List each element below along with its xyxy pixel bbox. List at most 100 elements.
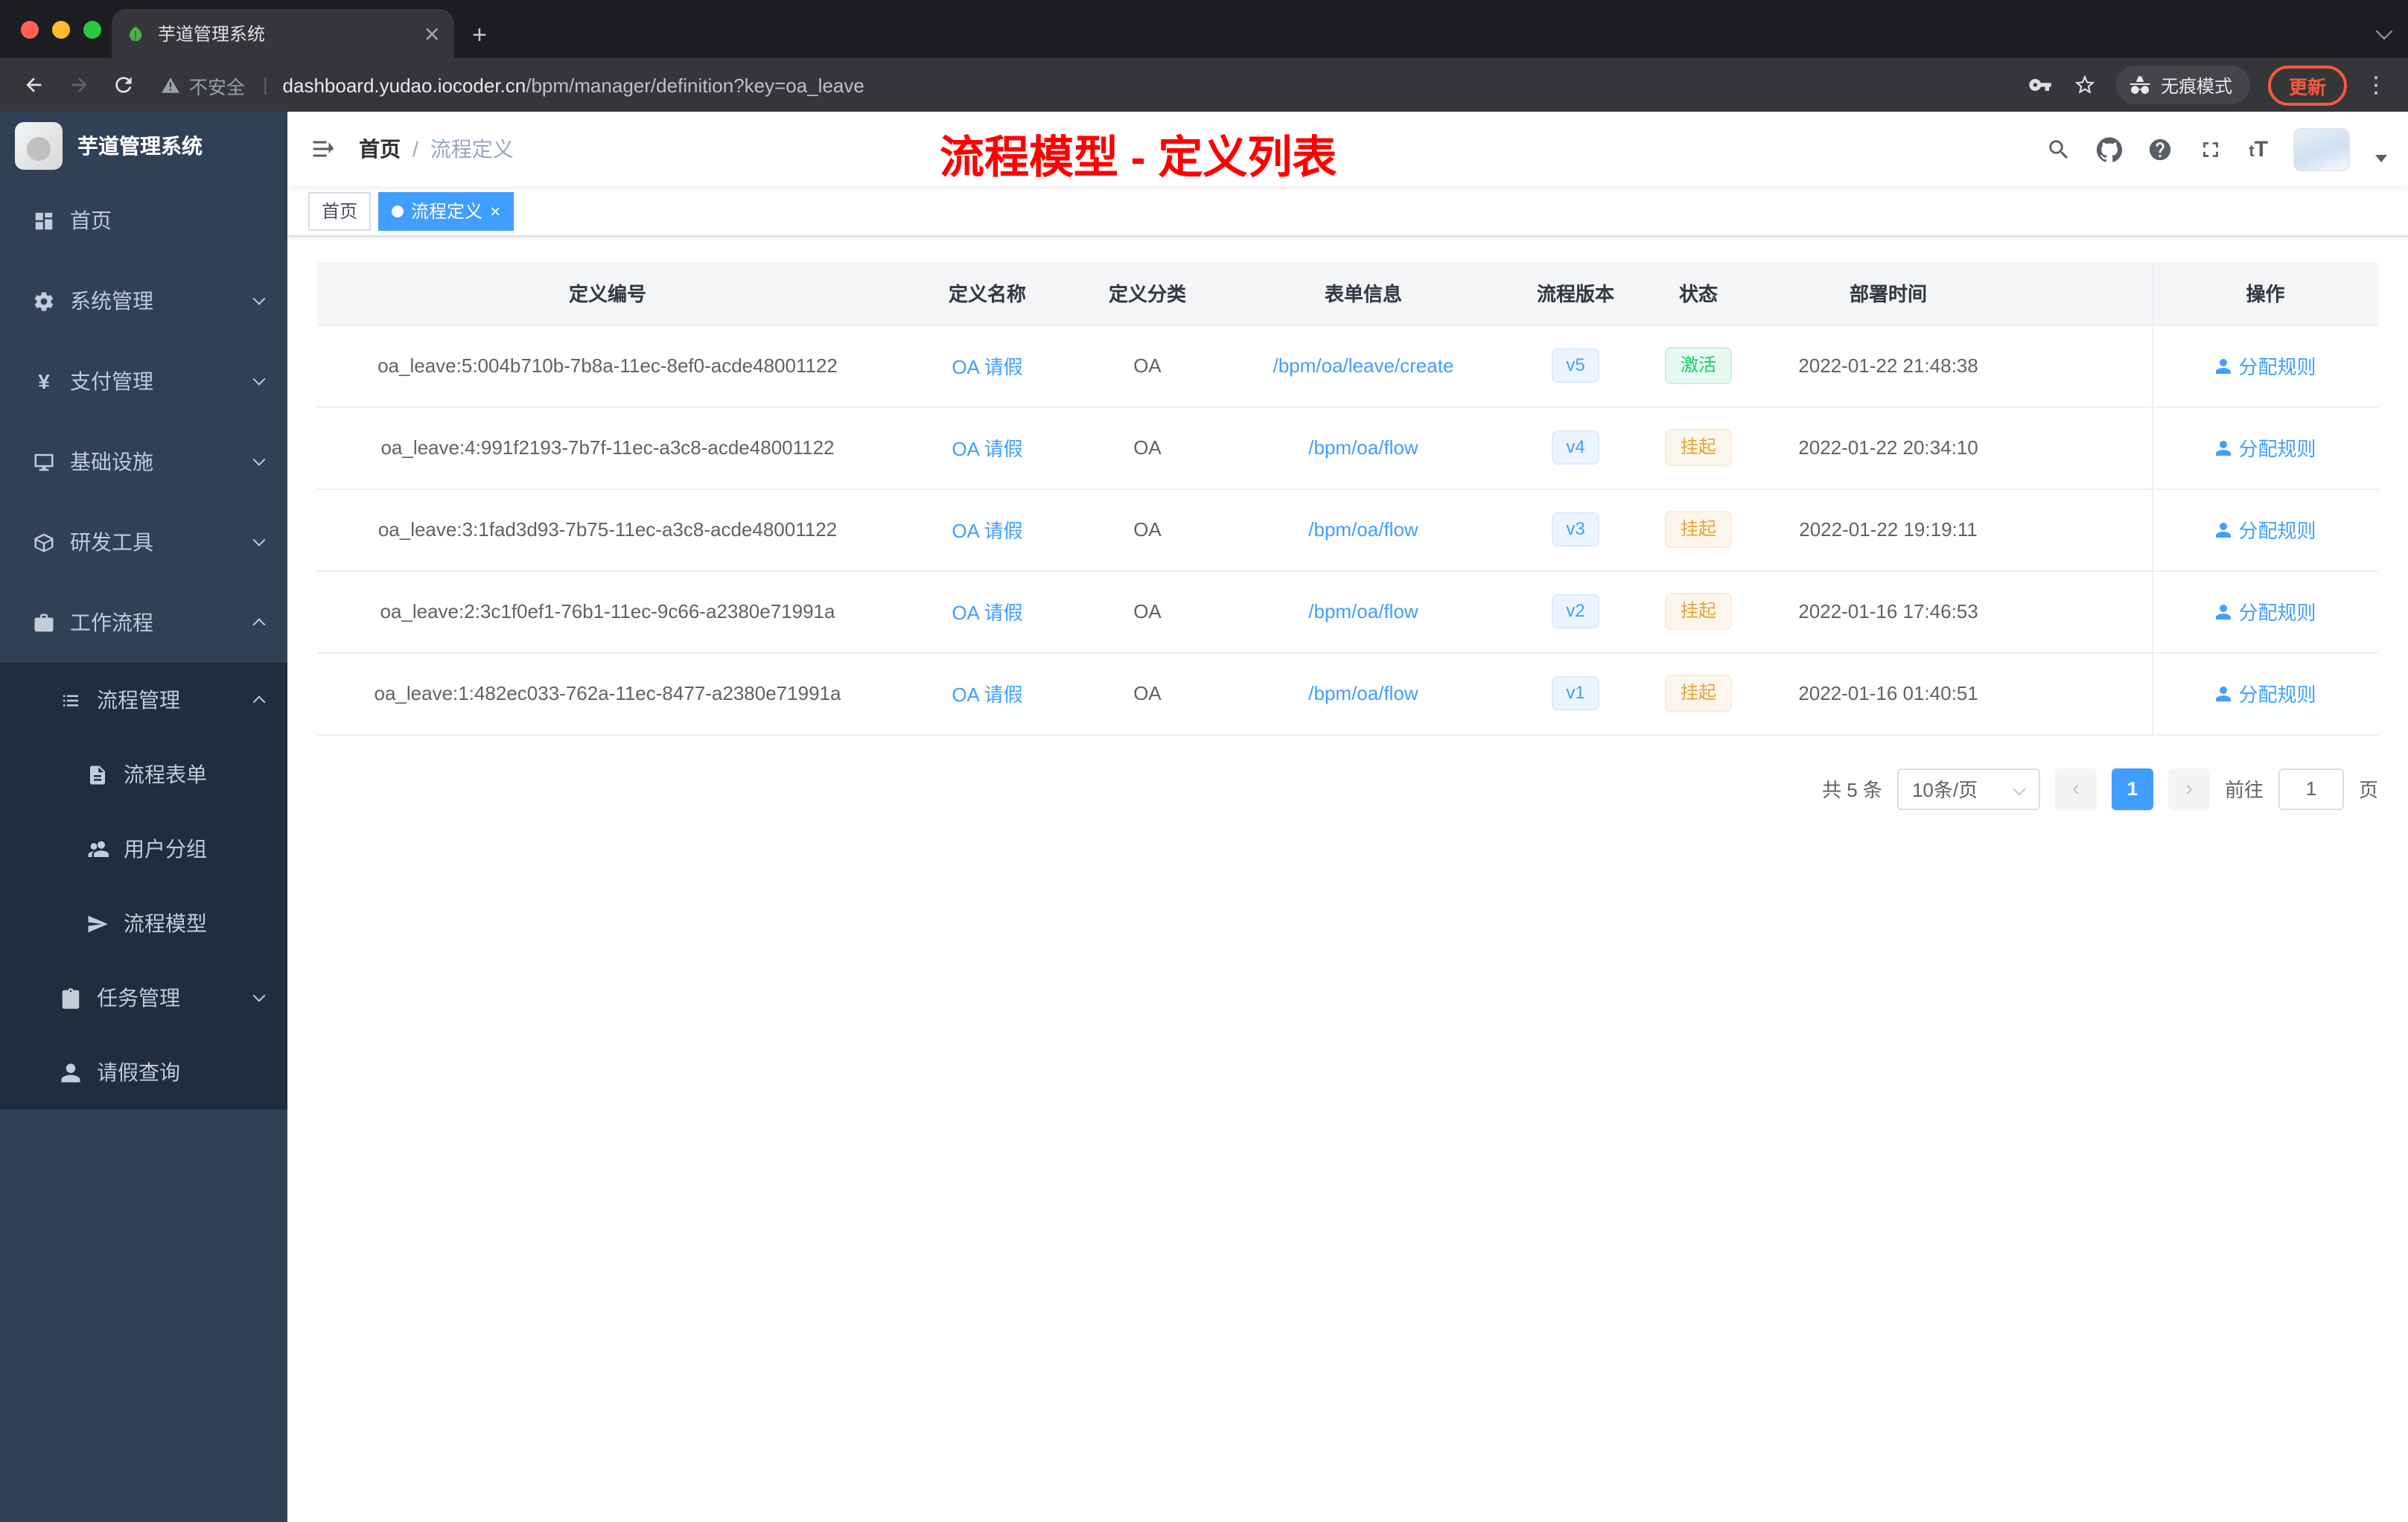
chevron-down-icon bbox=[252, 292, 266, 305]
forward-button[interactable] bbox=[60, 66, 98, 104]
security-chip[interactable]: 不安全 | bbox=[161, 71, 277, 99]
cell-deploy-time: 2022-01-22 19:19:11 bbox=[1754, 488, 2022, 571]
form-info-link[interactable]: /bpm/oa/flow bbox=[1308, 600, 1418, 623]
sidebar-item-devtools[interactable]: 研发工具 bbox=[0, 502, 287, 582]
user-avatar[interactable] bbox=[2293, 127, 2350, 171]
key-icon[interactable] bbox=[2021, 66, 2060, 104]
page-annotation-title: 流程模型 - 定义列表 bbox=[940, 134, 1337, 183]
table-row: oa_leave:5:004b710b-7b8a-11ec-8ef0-acde4… bbox=[317, 325, 2378, 407]
window-controls bbox=[21, 21, 101, 39]
assign-rule-link[interactable]: 分配规则 bbox=[2214, 597, 2316, 625]
assign-rule-link[interactable]: 分配规则 bbox=[2214, 515, 2316, 544]
status-badge: 挂起 bbox=[1665, 675, 1731, 712]
page-size-select[interactable]: 10条/页 bbox=[1896, 768, 2040, 809]
sidebar-item-process-form[interactable]: 流程表单 bbox=[0, 737, 287, 812]
sidebar-item-payment[interactable]: ¥ 支付管理 bbox=[0, 341, 287, 421]
sidebar-toggle-button[interactable] bbox=[287, 136, 359, 162]
assign-rule-link[interactable]: 分配规则 bbox=[2214, 433, 2316, 462]
definition-name-link[interactable]: OA 请假 bbox=[952, 438, 1022, 460]
sidebar-item-task-management[interactable]: 任务管理 bbox=[0, 961, 287, 1035]
breadcrumb-separator: / bbox=[413, 137, 418, 161]
definition-name-link[interactable]: OA 请假 bbox=[952, 602, 1022, 624]
definition-name-link[interactable]: OA 请假 bbox=[952, 520, 1022, 542]
person-icon bbox=[2216, 440, 2232, 455]
cell-filler bbox=[2022, 325, 2152, 407]
form-info-link[interactable]: /bpm/oa/flow bbox=[1308, 436, 1418, 459]
table-row: oa_leave:2:3c1f0ef1-76b1-11ec-9c66-a2380… bbox=[317, 570, 2378, 653]
window-close-button[interactable] bbox=[21, 21, 39, 39]
window-zoom-button[interactable] bbox=[83, 21, 101, 39]
active-dot-icon bbox=[392, 205, 404, 217]
definition-name-link[interactable]: OA 请假 bbox=[952, 684, 1022, 706]
chevron-down-icon bbox=[252, 989, 266, 1002]
search-icon[interactable] bbox=[2046, 136, 2071, 162]
cell-filler bbox=[2022, 488, 2152, 571]
pagination: 共 5 条 10条/页 ‹ 1 › 前往 页 bbox=[317, 768, 2378, 809]
sidebar-item-process-model[interactable]: 流程模型 bbox=[0, 886, 287, 961]
chevron-up-icon bbox=[252, 618, 266, 631]
prev-page-button[interactable]: ‹ bbox=[2054, 768, 2097, 809]
bookmark-star-icon[interactable] bbox=[2065, 66, 2104, 104]
logo-avatar bbox=[15, 122, 63, 170]
table-row: oa_leave:3:1fad3d93-7b75-11ec-a3c8-acde4… bbox=[317, 488, 2378, 571]
font-size-icon[interactable]: tT bbox=[2249, 136, 2268, 162]
goto-label: 前往 bbox=[2224, 779, 2264, 801]
github-icon[interactable] bbox=[2097, 136, 2123, 162]
breadcrumb-home[interactable]: 首页 bbox=[359, 134, 401, 164]
definition-name-link[interactable]: OA 请假 bbox=[952, 356, 1022, 378]
cell-filler bbox=[2022, 570, 2152, 653]
breadcrumb: 首页 / 流程定义 bbox=[359, 134, 514, 164]
tab-close-icon[interactable]: ✕ bbox=[424, 23, 441, 44]
form-info-link[interactable]: /bpm/oa/flow bbox=[1308, 518, 1418, 541]
cell-definition-id: oa_leave:1:482ec033-762a-11ec-8477-a2380… bbox=[317, 652, 898, 735]
col-filler bbox=[2022, 262, 2152, 325]
reload-button[interactable] bbox=[104, 66, 143, 104]
assign-rule-link[interactable]: 分配规则 bbox=[2214, 679, 2316, 707]
sidebar-item-user-group[interactable]: 用户分组 bbox=[0, 812, 287, 886]
person-icon bbox=[2216, 522, 2232, 537]
tab-search-chevron-icon[interactable] bbox=[2375, 22, 2393, 40]
caret-down-icon[interactable] bbox=[2375, 154, 2387, 162]
sidebar-item-system[interactable]: 系统管理 bbox=[0, 261, 287, 341]
app-title: 芋道管理系统 bbox=[77, 134, 203, 158]
sidebar-item-leave-query[interactable]: 请假查询 bbox=[0, 1035, 287, 1109]
sidebar-item-process-management[interactable]: 流程管理 bbox=[0, 663, 287, 737]
sidebar-item-workflow[interactable]: 工作流程 bbox=[0, 582, 287, 663]
sidebar-item-infrastructure[interactable]: 基础设施 bbox=[0, 421, 287, 502]
current-page-button[interactable]: 1 bbox=[2111, 768, 2153, 809]
list-icon bbox=[63, 694, 78, 706]
version-badge: v4 bbox=[1551, 430, 1600, 465]
status-badge: 激活 bbox=[1665, 347, 1731, 384]
incognito-badge: 无痕模式 bbox=[2115, 66, 2250, 104]
form-info-link[interactable]: /bpm/oa/leave/create bbox=[1273, 354, 1454, 377]
chevron-down-icon bbox=[252, 372, 266, 386]
window-minimize-button[interactable] bbox=[52, 21, 70, 39]
cell-deploy-time: 2022-01-22 21:48:38 bbox=[1754, 325, 2022, 407]
chevron-down-icon bbox=[252, 533, 266, 547]
cell-category: OA bbox=[1077, 652, 1218, 735]
breadcrumb-current: 流程定义 bbox=[430, 137, 514, 161]
update-button[interactable]: 更新 bbox=[2267, 65, 2347, 105]
chevron-down-icon bbox=[2013, 782, 2026, 795]
tag-close-icon[interactable]: × bbox=[490, 202, 500, 220]
assign-rule-link[interactable]: 分配规则 bbox=[2214, 351, 2316, 380]
tag-home[interactable]: 首页 bbox=[308, 191, 372, 230]
form-info-link[interactable]: /bpm/oa/flow bbox=[1308, 682, 1418, 704]
sidebar-item-home[interactable]: 首页 bbox=[0, 180, 287, 261]
col-form-info: 表单信息 bbox=[1218, 262, 1509, 325]
users-icon bbox=[88, 840, 109, 856]
cell-definition-id: oa_leave:3:1fad3d93-7b75-11ec-a3c8-acde4… bbox=[317, 488, 898, 571]
tag-process-definition[interactable]: 流程定义 × bbox=[378, 191, 515, 230]
back-button[interactable] bbox=[15, 66, 54, 104]
sidebar: 芋道管理系统 首页 系统管理 ¥ 支付管理 基础设施 研发工具 工作流程 流程管… bbox=[0, 112, 287, 1522]
help-icon[interactable] bbox=[2147, 136, 2173, 162]
address-bar[interactable]: dashboard.yudao.iocoder.cn/bpm/manager/d… bbox=[283, 74, 2015, 96]
briefcase-icon bbox=[34, 613, 54, 631]
new-tab-button[interactable]: + bbox=[472, 22, 487, 48]
next-page-button[interactable]: › bbox=[2167, 768, 2210, 809]
fullscreen-icon[interactable] bbox=[2198, 136, 2223, 162]
goto-page-input[interactable] bbox=[2278, 768, 2344, 809]
browser-tab[interactable]: 芋道管理系统 ✕ bbox=[112, 9, 454, 58]
browser-menu-icon[interactable]: ⋮ bbox=[2359, 71, 2393, 98]
tab-title: 芋道管理系统 bbox=[158, 24, 266, 45]
